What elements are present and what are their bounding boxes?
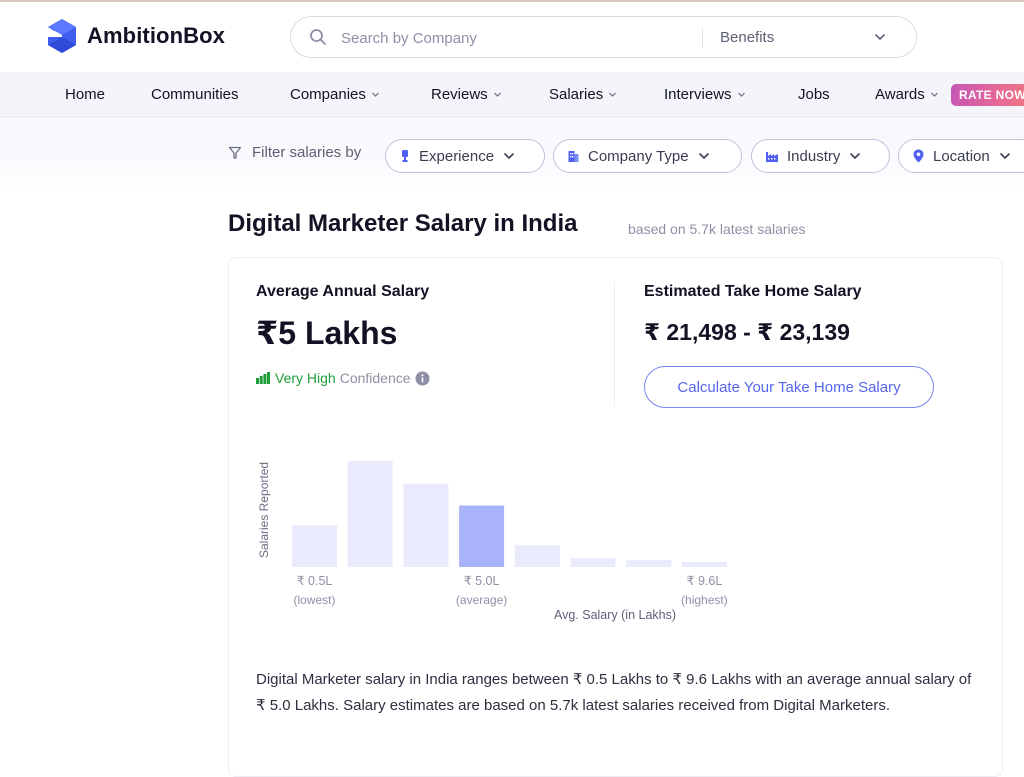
nav-label: Interviews (664, 86, 732, 103)
tick-note-0: (lowest) (293, 593, 335, 607)
nav-companies[interactable]: Companies (290, 86, 380, 103)
page-subtitle: based on 5.7k latest salaries (628, 221, 806, 237)
chevron-down-icon (503, 150, 515, 162)
tick-note-2: (highest) (681, 593, 728, 607)
avg-salary-label: Average Annual Salary (256, 283, 430, 300)
chevron-down-icon (609, 92, 617, 97)
bar-2[interactable] (403, 483, 449, 567)
nav-label: Companies (290, 86, 366, 103)
chevron-down-icon (371, 92, 379, 97)
tick-label-1: ₹ 5.0L (464, 574, 500, 588)
page-title: Digital Marketer Salary in India (228, 210, 578, 237)
take-home-label: Estimated Take Home Salary (644, 283, 862, 300)
signal-bars-icon (256, 372, 270, 384)
search-category-select[interactable]: Benefits (720, 17, 916, 57)
info-icon[interactable] (415, 371, 430, 386)
take-home-value: ₹ 21,498 - ₹ 23,139 (644, 319, 850, 345)
tick-note-1: (average) (456, 593, 507, 607)
bar-7[interactable] (681, 562, 727, 567)
search-bar: Benefits (290, 16, 917, 58)
filter-label-text: Filter salaries by (252, 144, 362, 161)
search-input[interactable] (341, 27, 681, 49)
bars-group (292, 460, 727, 567)
salary-distribution-chart: Salaries Reported ₹ 0.5L (lowest) ₹ 5.0L (a… (257, 460, 728, 622)
tick-label-0: ₹ 0.5L (297, 574, 333, 588)
confidence-text: Confidence (339, 370, 411, 386)
experience-icon (400, 149, 410, 163)
nav-awards[interactable]: Awards (875, 86, 939, 103)
ambitionbox-logo-icon (48, 19, 76, 53)
building-icon (568, 150, 579, 162)
filter-chip-industry[interactable]: Industry (751, 139, 890, 173)
nav-home[interactable]: Home (65, 86, 105, 103)
chip-label: Experience (419, 147, 495, 165)
ticks-group: ₹ 0.5L (lowest) ₹ 5.0L (average) ₹ 9.6L (high… (293, 574, 727, 607)
bar-6[interactable] (626, 560, 672, 567)
header: AmbitionBox Benefits (0, 2, 1024, 72)
summary-divider (614, 281, 615, 407)
rate-now-badge[interactable]: RATE NOW! (951, 84, 1024, 106)
nav-label: Communities (151, 86, 239, 103)
nav-communities[interactable]: Communities (151, 86, 239, 103)
nav-salaries[interactable]: Salaries (549, 86, 617, 103)
main-nav: Home Communities Companies Reviews Salar… (0, 72, 1024, 118)
nav-jobs[interactable]: Jobs (798, 86, 830, 103)
confidence-indicator: Very High Confidence (256, 370, 430, 386)
nav-label: Home (65, 86, 106, 103)
chevron-down-icon (999, 150, 1011, 162)
chevron-down-icon (698, 150, 710, 162)
chevron-down-icon (875, 34, 885, 41)
nav-label: Awards (875, 86, 925, 103)
filter-chip-company-type[interactable]: Company Type (553, 139, 742, 173)
nav-label: Salaries (549, 86, 604, 103)
filter-label: Filter salaries by (228, 144, 361, 161)
bar-4[interactable] (514, 545, 560, 567)
salary-description: Digital Marketer salary in India ranges … (256, 671, 972, 714)
nav-label: Jobs (798, 86, 830, 103)
search-divider (702, 28, 703, 48)
logo[interactable]: AmbitionBox (46, 18, 225, 54)
chevron-down-icon (930, 92, 938, 97)
calculate-take-home-button[interactable]: Calculate Your Take Home Salary (644, 366, 934, 408)
chip-label: Company Type (588, 147, 689, 165)
bar-0[interactable] (292, 525, 337, 567)
bar-5[interactable] (570, 558, 616, 567)
nav-reviews[interactable]: Reviews (431, 86, 502, 103)
y-axis-label: Salaries Reported (257, 462, 271, 558)
x-axis-label: Avg. Salary (in Lakhs) (554, 608, 676, 622)
factory-icon (766, 151, 778, 162)
bar-1[interactable] (347, 460, 393, 567)
filter-funnel-icon (228, 146, 242, 159)
confidence-level: Very High (275, 370, 336, 386)
chevron-down-icon (849, 150, 861, 162)
nav-label: Reviews (431, 86, 488, 103)
chevron-down-icon (737, 92, 745, 97)
nav-interviews[interactable]: Interviews (664, 86, 746, 103)
avg-salary-value: ₹5 Lakhs (256, 315, 398, 351)
chip-label: Industry (787, 147, 841, 165)
search-category-value: Benefits (720, 28, 775, 46)
tick-label-2: ₹ 9.6L (687, 574, 723, 588)
filter-chip-location[interactable]: Location (898, 139, 1024, 173)
brand-name: AmbitionBox (87, 23, 225, 48)
filter-chip-experience[interactable]: Experience (385, 139, 545, 173)
chip-label: Location (933, 147, 990, 165)
bar-3[interactable] (459, 505, 505, 567)
chevron-down-icon (493, 92, 501, 97)
location-pin-icon (913, 149, 924, 163)
search-icon (310, 29, 326, 45)
